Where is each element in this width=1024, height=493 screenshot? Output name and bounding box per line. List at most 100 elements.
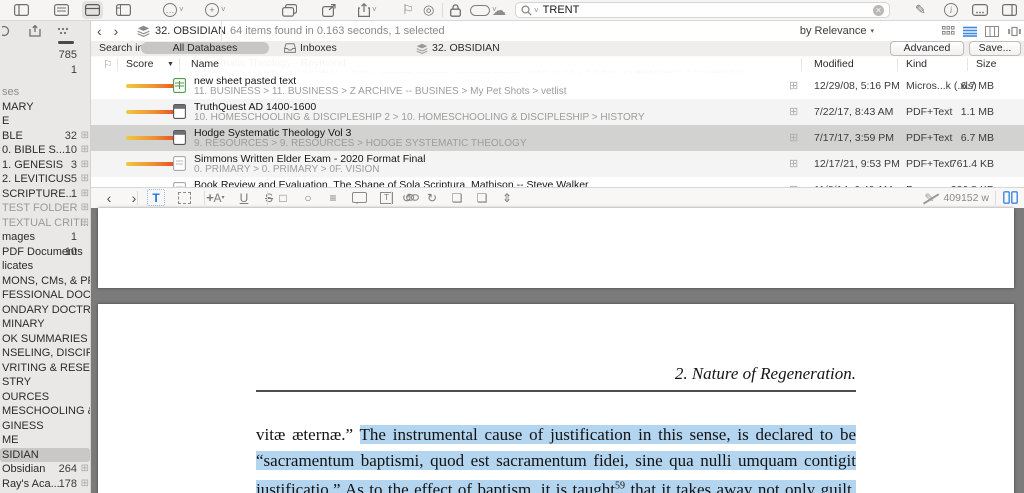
- clear-search-icon[interactable]: ✕: [873, 4, 884, 16]
- sidebar-item[interactable]: TEXTUAL CRITI... ⊞: [0, 216, 90, 231]
- rotate-right-icon[interactable]: ↻: [426, 190, 438, 205]
- import-icon[interactable]: [29, 25, 42, 37]
- sidebar-item[interactable]: MARY: [0, 100, 90, 115]
- table-row[interactable]: Book Review and Evaluation, The Shape of…: [91, 177, 1024, 187]
- widgets-icon[interactable]: [56, 25, 70, 37]
- delete-page-icon[interactable]: ❏: [476, 190, 488, 205]
- open-externally-icon[interactable]: [322, 1, 336, 19]
- grid-icon[interactable]: ⊞: [789, 105, 798, 118]
- sort-desc-icon[interactable]: ▼: [167, 61, 174, 68]
- sync-cloud-icon[interactable]: ☁: [492, 1, 506, 19]
- advanced-button[interactable]: Advanced: [890, 41, 964, 56]
- sidebar-item[interactable]: MONS, CMs, & PR...: [0, 274, 90, 289]
- forward-button[interactable]: ›: [114, 23, 119, 39]
- grid-icon[interactable]: ⊞: [81, 172, 89, 187]
- underline-tool[interactable]: U: [238, 190, 250, 205]
- flag-icon[interactable]: ⚐: [402, 1, 414, 19]
- column-modified[interactable]: Modified: [814, 58, 854, 70]
- info-icon[interactable]: i: [944, 1, 958, 19]
- sidebar-item[interactable]: 1. GENESIS 3 ⊞: [0, 158, 90, 173]
- share-icon[interactable]: ˅: [358, 1, 377, 19]
- sidebar-item[interactable]: PDF Documents 10: [0, 245, 90, 260]
- sidebar-item[interactable]: Ray's Aca... 178 ⊞: [0, 477, 90, 492]
- drag-handle[interactable]: [58, 41, 74, 44]
- grid-icon[interactable]: ⊞: [81, 462, 89, 477]
- sidebar-item[interactable]: GINESS: [0, 419, 90, 434]
- toggle-sidebar-icon[interactable]: [14, 1, 29, 19]
- toggle-inspector-icon[interactable]: [1002, 1, 1017, 19]
- sidebar-item[interactable]: 0. BIBLE S... 10 ⊞: [0, 143, 90, 158]
- grid-icon[interactable]: ⊞: [81, 129, 89, 144]
- grid-icon[interactable]: ⊞: [81, 187, 89, 202]
- pdf-preview-area[interactable]: 2. Nature of Regeneration. vitæ æternæ.”…: [91, 208, 1024, 493]
- list-view-icon[interactable]: [54, 1, 69, 19]
- sidebar-item[interactable]: BLE 32 ⊞: [0, 129, 90, 144]
- coverflow-view-icon[interactable]: [1007, 26, 1022, 37]
- preview-pane-icon[interactable]: [116, 1, 131, 19]
- scope-inboxes[interactable]: Inboxes: [284, 42, 337, 54]
- sidebar-item[interactable]: 2. LEVITICUS 5 ⊞: [0, 172, 90, 187]
- flag-column-icon[interactable]: ⚐: [103, 58, 113, 71]
- grid-icon[interactable]: ⊞: [81, 216, 89, 231]
- grid-icon[interactable]: ⊞: [789, 183, 798, 187]
- icon-view-icon[interactable]: [942, 25, 955, 37]
- sidebar-item[interactable]: E: [0, 114, 90, 129]
- sidebar-item[interactable]: VRITING & RESEA...: [0, 361, 90, 376]
- list-view-active-icon[interactable]: [963, 26, 977, 37]
- sidebar-item[interactable]: ME: [0, 433, 90, 448]
- grid-icon[interactable]: ⊞: [81, 201, 89, 216]
- thumbnails-pane-icon[interactable]: [1003, 191, 1018, 204]
- sidebar-item[interactable]: mages 1: [0, 230, 90, 245]
- rotate-left-icon[interactable]: ↺: [401, 190, 413, 205]
- sidebar-item[interactable]: Obsidian 264 ⊞: [0, 462, 90, 477]
- column-view-icon[interactable]: [985, 25, 999, 37]
- sidebar-item[interactable]: SCRIPTURE... 1 ⊞: [0, 187, 90, 202]
- back-button[interactable]: ‹: [97, 23, 102, 39]
- sidebar-item[interactable]: ses: [0, 85, 90, 100]
- search-input[interactable]: ˅ TRENT ✕: [515, 2, 890, 18]
- scope-obsidian[interactable]: 32. OBSIDIAN: [416, 42, 500, 54]
- scope-all-databases[interactable]: All Databases: [141, 42, 269, 54]
- sidebar-item[interactable]: MESCHOOLING &...: [0, 404, 90, 419]
- line-tool[interactable]: ≡: [327, 190, 339, 205]
- sidebar-item[interactable]: MINARY: [0, 317, 90, 332]
- add-page-icon[interactable]: ❏: [451, 190, 463, 205]
- sidebar-item[interactable]: SIDIAN: [0, 447, 90, 462]
- table-row[interactable]: Hodge Systematic Theology Vol 3 9. RESOUR…: [91, 125, 1024, 151]
- annotate-icon[interactable]: ✎: [915, 1, 926, 19]
- target-icon[interactable]: ◎: [423, 1, 434, 19]
- sidebar-item[interactable]: NSELING, DISCIP...: [0, 346, 90, 361]
- breadcrumb[interactable]: 32. OBSIDIAN: [155, 25, 226, 37]
- grid-icon[interactable]: ⊞: [789, 79, 798, 92]
- new-item-menu-icon[interactable]: + ˅: [205, 1, 226, 19]
- grid-icon[interactable]: ⊞: [81, 158, 89, 173]
- table-row[interactable]: TruthQuest AD 1400-1600 10. HOMESCHOOLING…: [91, 99, 1024, 125]
- grid-icon[interactable]: ⊞: [789, 131, 798, 144]
- column-name[interactable]: Name: [191, 58, 219, 70]
- rect-selection-tool[interactable]: [178, 190, 191, 205]
- table-row[interactable]: new sheet pasted text 11. BUSINESS > 11. …: [91, 73, 1024, 99]
- tag-icon[interactable]: [2, 25, 15, 37]
- circle-shape-tool[interactable]: ○: [302, 190, 314, 205]
- sidebar-item[interactable]: ONDARY DOCTRINE: [0, 303, 90, 318]
- grid-icon[interactable]: ⊞: [789, 157, 798, 170]
- lock-icon[interactable]: [450, 1, 461, 19]
- sidebar-item[interactable]: licates: [0, 259, 90, 274]
- highlight-tool[interactable]: A ▾: [213, 190, 225, 205]
- comment-tool[interactable]: [352, 190, 367, 205]
- save-search-button[interactable]: Save...: [969, 41, 1021, 56]
- text-selection-tool[interactable]: T: [147, 189, 165, 206]
- rectangle-shape-tool[interactable]: □: [277, 190, 289, 205]
- sidebar-item[interactable]: STRY: [0, 375, 90, 390]
- column-kind[interactable]: Kind: [906, 58, 927, 70]
- actions-menu-icon[interactable]: … ˅: [163, 1, 184, 19]
- table-row[interactable]: Simmons Written Elder Exam - 2020 Format…: [91, 151, 1024, 177]
- sidebar-item[interactable]: OK SUMMARIES: [0, 332, 90, 347]
- sidebar-item[interactable]: FESSIONAL DOCT...: [0, 288, 90, 303]
- sort-dropdown[interactable]: by Relevance ▾: [800, 21, 874, 41]
- sidebar-item[interactable]: OURCES: [0, 390, 90, 405]
- grid-icon[interactable]: ⊞: [81, 477, 89, 492]
- sidebar-item[interactable]: TEST FOLDER ⊞: [0, 201, 90, 216]
- split-view-icon[interactable]: [82, 1, 103, 19]
- strikethrough-tool[interactable]: S: [263, 190, 275, 205]
